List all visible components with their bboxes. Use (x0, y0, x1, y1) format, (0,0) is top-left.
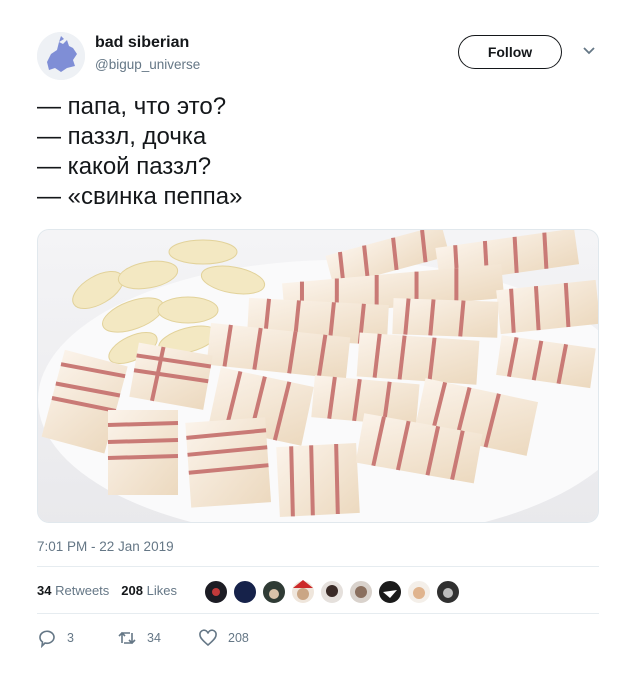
divider (37, 566, 599, 567)
user-handle[interactable]: @bigup_universe (95, 57, 200, 72)
likes-count: 208 (121, 583, 143, 598)
chevron-down-icon[interactable] (581, 45, 597, 57)
reply-action[interactable]: 3 (37, 628, 74, 648)
engagement-stats: 34 Retweets 208 Likes (37, 583, 177, 598)
retweet-count: 34 (147, 631, 161, 645)
retweets-stat[interactable]: 34 Retweets (37, 583, 109, 598)
tweet-timestamp[interactable]: 7:01 PM - 22 Jan 2019 (37, 539, 174, 554)
tweet-line: — папа, что это? (37, 93, 227, 120)
like-action[interactable]: 208 (198, 628, 249, 648)
retweet-action[interactable]: 34 (117, 628, 161, 648)
likes-label: Likes (146, 583, 177, 598)
liker-avatar (232, 579, 258, 605)
heart-icon (199, 629, 217, 647)
retweets-label: Retweets (55, 583, 110, 598)
tweet-actions: 3 34 208 (37, 628, 337, 652)
salo-photo (38, 230, 598, 522)
tweet-text: — папа, что это? — паззл, дочка — какой … (37, 92, 243, 212)
tweet-line: — какой паззл? (37, 153, 212, 180)
tweet-line: — «свинка пеппа» (37, 183, 243, 210)
tweet-line: — паззл, дочка (37, 123, 207, 150)
liker-avatars[interactable] (203, 578, 463, 606)
tweet-photo[interactable] (37, 229, 599, 523)
retweets-count: 34 (37, 583, 52, 598)
reply-count: 3 (67, 631, 74, 645)
follow-button[interactable]: Follow (458, 35, 562, 69)
reply-icon (39, 630, 55, 648)
divider (37, 613, 599, 614)
like-count: 208 (228, 631, 249, 645)
avatar[interactable] (37, 32, 85, 80)
likes-stat[interactable]: 208 Likes (121, 583, 177, 598)
avatar-map-icon (37, 32, 85, 80)
display-name[interactable]: bad siberian (95, 34, 189, 52)
retweet-icon (118, 631, 136, 645)
